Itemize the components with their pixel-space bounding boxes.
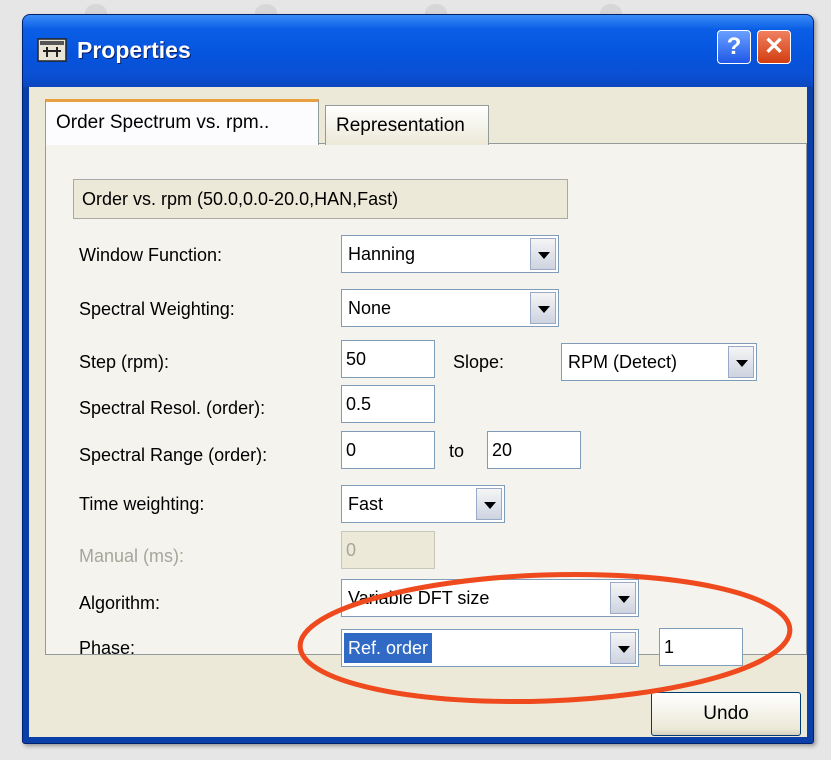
help-icon: ?: [726, 33, 742, 60]
algorithm-label: Algorithm:: [79, 593, 161, 613]
step-input[interactable]: 50: [341, 340, 435, 378]
time-weighting-label: Time weighting:: [79, 494, 205, 514]
tab-representation[interactable]: Representation: [325, 105, 489, 145]
phase-value: Ref. order: [344, 633, 433, 663]
algorithm-select[interactable]: Variable DFT size: [341, 579, 639, 617]
window-function-value: Hanning: [348, 244, 416, 264]
chevron-down-icon[interactable]: [728, 346, 754, 378]
phase-label: Phase:: [79, 638, 136, 658]
title-bar[interactable]: Properties ? ✕: [23, 15, 813, 87]
properties-dialog: Properties ? ✕ Order Spectrum vs. rpm.. …: [22, 14, 814, 744]
dialog-client: Order Spectrum vs. rpm.. Representation …: [29, 87, 807, 737]
spectral-weighting-value: None: [348, 298, 392, 318]
slope-value: RPM (Detect): [568, 352, 678, 372]
chevron-down-icon[interactable]: [530, 238, 556, 270]
spectral-range-to-input[interactable]: 20: [487, 431, 581, 469]
manual-input: 0: [341, 531, 435, 569]
spectral-resolution-input[interactable]: 0.5: [341, 385, 435, 423]
undo-button[interactable]: Undo: [651, 692, 801, 736]
spectral-weighting-label: Spectral Weighting:: [79, 299, 235, 319]
window-title: Properties: [77, 37, 191, 63]
time-weighting-value: Fast: [348, 494, 384, 514]
settings-summary: Order vs. rpm (50.0,0.0-20.0,HAN,Fast): [73, 179, 568, 219]
window-function-label: Window Function:: [79, 245, 223, 265]
slope-select[interactable]: RPM (Detect): [561, 343, 757, 381]
close-icon: ✕: [763, 33, 785, 60]
chevron-down-icon[interactable]: [476, 488, 502, 520]
tab-order-spectrum[interactable]: Order Spectrum vs. rpm..: [45, 99, 319, 145]
spectral-weighting-select[interactable]: None: [341, 289, 559, 327]
help-button[interactable]: ?: [717, 30, 751, 64]
chevron-down-icon[interactable]: [530, 292, 556, 324]
chevron-down-icon[interactable]: [610, 632, 636, 664]
time-weighting-select[interactable]: Fast: [341, 485, 505, 523]
close-button[interactable]: ✕: [757, 30, 791, 64]
spectral-range-from-input[interactable]: 0: [341, 431, 435, 469]
window-function-select[interactable]: Hanning: [341, 235, 559, 273]
step-label: Step (rpm):: [79, 352, 170, 372]
slope-label: Slope:: [453, 352, 505, 372]
spectral-range-to-label: to: [449, 441, 465, 461]
phase-select[interactable]: Ref. order: [341, 629, 639, 667]
properties-app-icon: [37, 38, 67, 62]
manual-label: Manual (ms):: [79, 546, 185, 566]
algorithm-value: Variable DFT size: [348, 588, 490, 608]
phase-ref-order-input[interactable]: 1: [659, 628, 743, 666]
spectral-range-label: Spectral Range (order):: [79, 445, 268, 465]
spectral-resolution-label: Spectral Resol. (order):: [79, 398, 266, 418]
chevron-down-icon[interactable]: [610, 582, 636, 614]
